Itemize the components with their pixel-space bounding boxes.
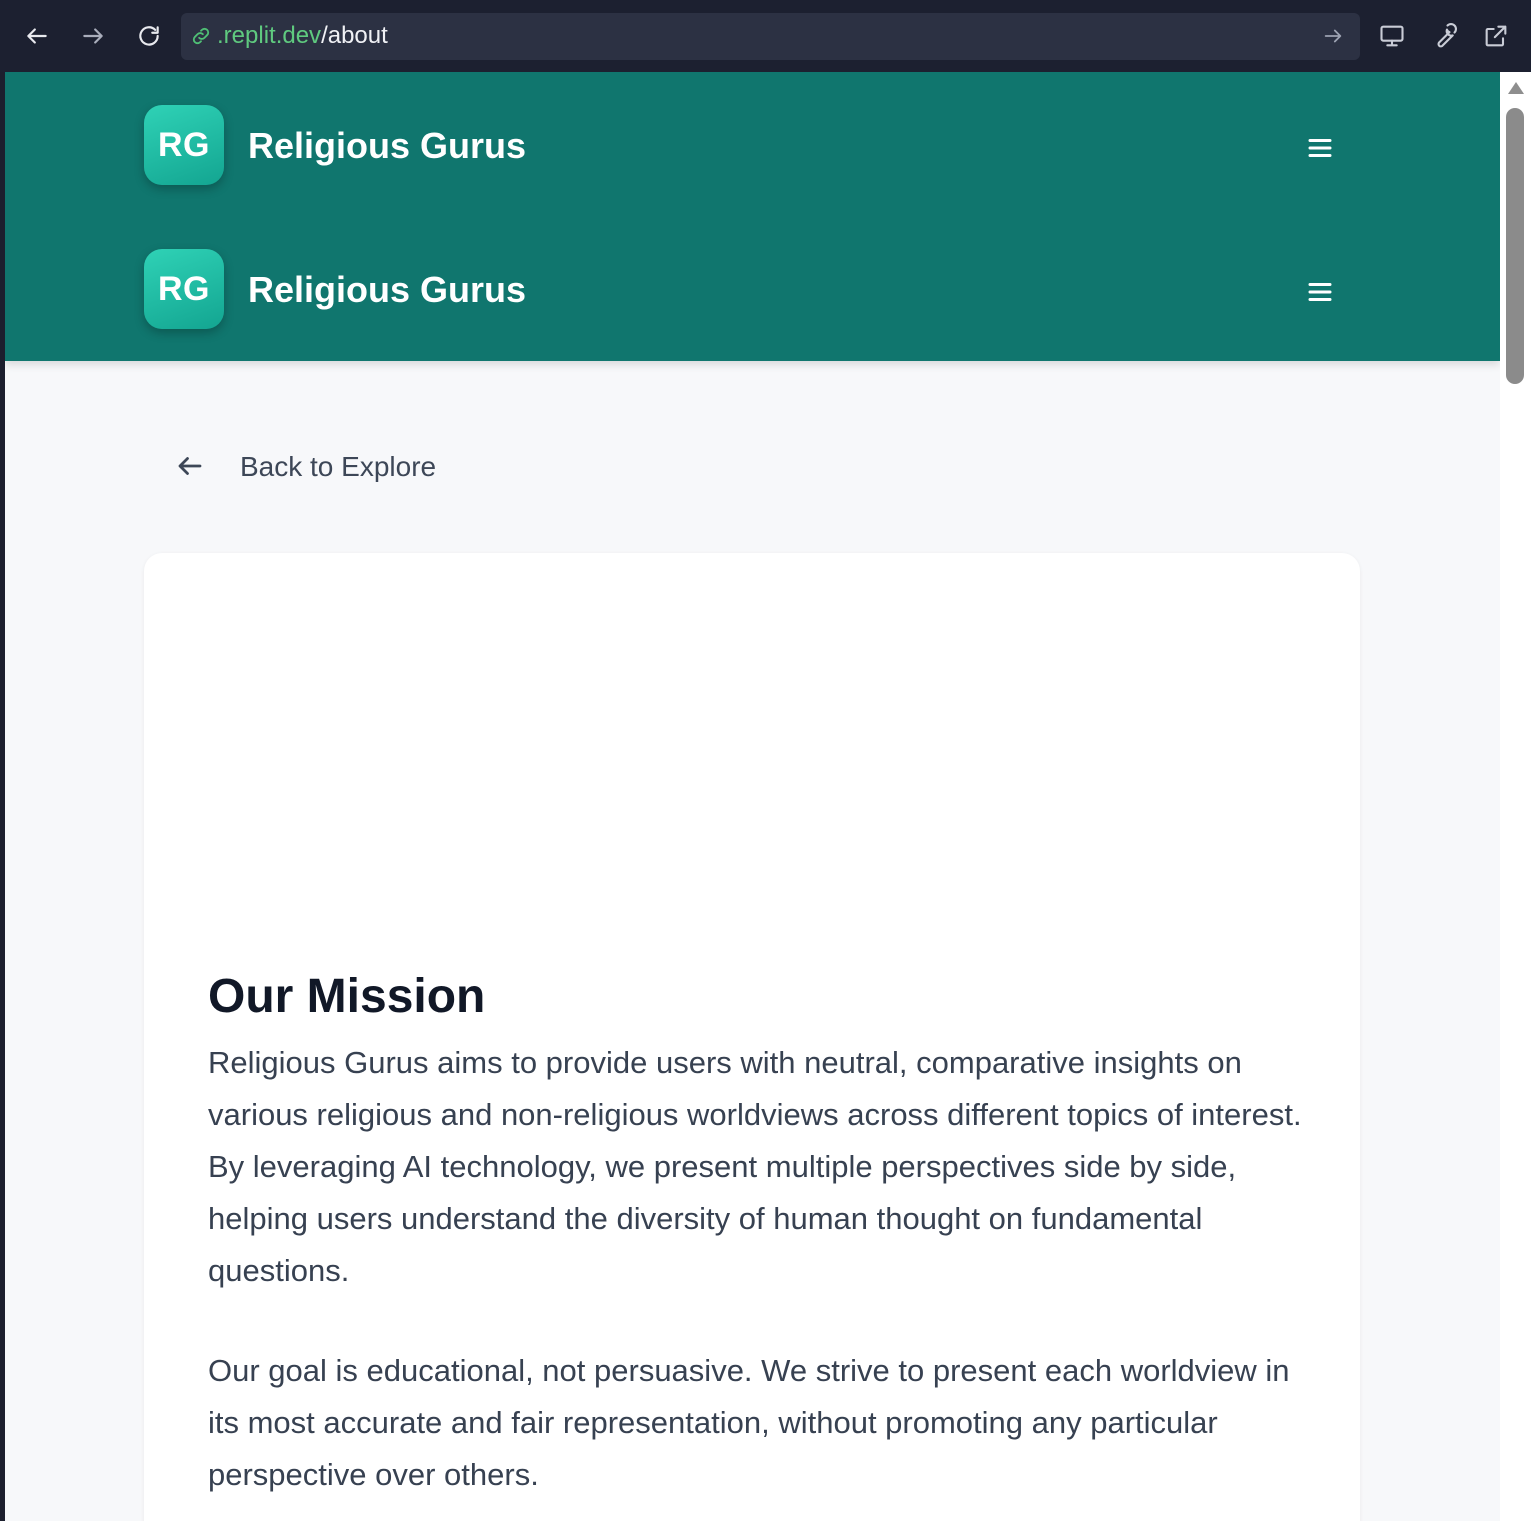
open-new-tab-button[interactable]	[1478, 18, 1514, 54]
url-domain: .replit.dev	[217, 22, 322, 49]
wrench-icon	[1437, 23, 1457, 48]
monitor-icon	[1380, 25, 1404, 47]
devtools-button[interactable]	[1426, 18, 1462, 54]
link-icon	[190, 25, 214, 49]
header-row: RG Religious Gurus	[5, 216, 1500, 329]
site-header: RG Religious Gurus RG Religious Gurus	[5, 72, 1500, 361]
back-button[interactable]	[19, 18, 55, 54]
reload-button[interactable]	[131, 18, 167, 54]
menu-button[interactable]	[1302, 130, 1338, 166]
menu-button[interactable]	[1302, 274, 1338, 310]
header-row: RG Religious Gurus	[5, 72, 1500, 185]
go-arrow-icon[interactable]	[1322, 25, 1346, 49]
scroll-up-arrow-icon[interactable]	[1508, 82, 1524, 94]
scroll-thumb[interactable]	[1506, 108, 1524, 384]
devices-button[interactable]	[1374, 18, 1410, 54]
logo-badge[interactable]: RG	[144, 249, 224, 329]
hamburger-menu-icon	[1308, 283, 1332, 301]
back-icon	[27, 28, 47, 44]
address-bar[interactable]: .replit.dev/about	[181, 13, 1360, 60]
mission-paragraph: Our goal is educational, not persuasive.…	[208, 1353, 1290, 1492]
brand-name[interactable]: Religious Gurus	[248, 268, 526, 312]
page-viewport: RG Religious Gurus RG Religious Gurus Ba…	[5, 72, 1531, 1521]
url-path: /about	[321, 22, 388, 49]
arrow-left-icon	[178, 457, 202, 475]
logo-badge[interactable]: RG	[144, 105, 224, 185]
external-link-icon	[1485, 25, 1507, 47]
forward-button[interactable]	[75, 18, 111, 54]
browser-toolbar: .replit.dev/about	[0, 0, 1531, 72]
forward-icon	[83, 28, 103, 44]
url-text: .replit.dev/about	[217, 22, 388, 50]
mission-paragraph: Religious Gurus aims to provide users wi…	[208, 1045, 1302, 1288]
reload-icon	[139, 26, 159, 46]
mission-heading: Our Mission	[208, 970, 486, 1023]
back-to-explore-label[interactable]: Back to Explore	[240, 450, 436, 484]
hamburger-menu-icon	[1308, 139, 1332, 157]
scrollbar[interactable]	[1500, 72, 1531, 1521]
about-card: Our Mission Religious Gurus aims to prov…	[144, 553, 1360, 1521]
back-to-explore-link[interactable]: Back to Explore	[175, 444, 436, 488]
brand-name[interactable]: Religious Gurus	[248, 124, 526, 168]
